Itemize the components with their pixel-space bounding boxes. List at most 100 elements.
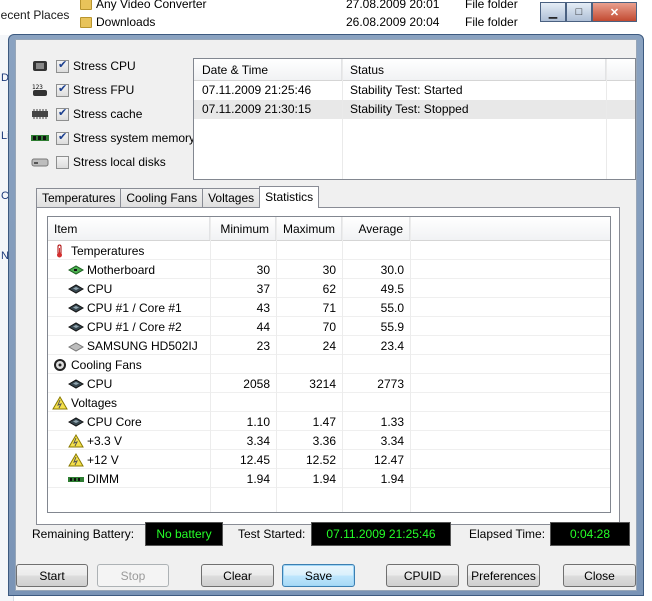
stat-item-label: DIMM [87, 471, 119, 486]
column-header-minimum[interactable]: Minimum [210, 217, 276, 240]
battery-display: No battery [145, 522, 223, 546]
stop-button[interactable]: Stop [97, 564, 169, 587]
folder-icon [80, 0, 92, 10]
stress-disks-label: Stress local disks [73, 155, 166, 169]
minimize-button[interactable]: ▁ [540, 2, 566, 22]
stat-item-cell: SAMSUNG HD502IJ [48, 339, 210, 353]
stat-item-cell: Motherboard [48, 263, 210, 277]
cpu-icon [33, 61, 47, 71]
stat-minimum: 37 [256, 281, 270, 296]
voltage-icon [68, 452, 87, 467]
maximize-button[interactable]: □ [566, 2, 592, 22]
test-started-label: Test Started: [238, 527, 306, 541]
statistics-row[interactable]: CPU Core 1.10 1.47 1.33 [48, 412, 610, 431]
stress-fpu-label: Stress FPU [73, 83, 135, 97]
statistics-group-row[interactable]: Temperatures [48, 241, 610, 260]
stress-memory-checkbox[interactable] [56, 130, 69, 145]
stat-minimum: 2058 [243, 376, 270, 391]
explorer-file-row[interactable]: Downloads 26.08.2009 20:04 File folder [80, 15, 540, 33]
start-button[interactable]: Start [16, 564, 88, 587]
statistics-row[interactable]: +3.3 V 3.34 3.36 3.34 [48, 431, 610, 450]
log-status: Stability Test: Stopped [350, 102, 469, 116]
statistics-row[interactable]: CPU 37 62 49.5 [48, 279, 610, 298]
stat-maximum: 3214 [309, 376, 336, 391]
stress-memory-option[interactable]: Stress system memory [30, 128, 195, 148]
stat-minimum: 30 [256, 262, 270, 277]
stat-average: 1.94 [380, 471, 404, 486]
tab-statistics[interactable]: Statistics [259, 186, 320, 208]
recent-places-nav[interactable]: Recent Places [0, 8, 69, 22]
statistics-row[interactable]: +12 V 12.45 12.52 12.47 [48, 450, 610, 469]
cpu-chip-icon [68, 282, 87, 296]
stress-disks-option[interactable]: Stress local disks [30, 152, 166, 172]
voltage-icon [52, 395, 71, 410]
statistics-row[interactable]: DIMM 1.94 1.94 1.94 [48, 469, 610, 488]
stat-item-cell: DIMM [48, 472, 210, 486]
status-log-table[interactable]: Date & Time Status 07.11.2009 21:25:46 S… [193, 58, 636, 180]
window-close-button[interactable]: ✕ [592, 2, 637, 22]
motherboard-icon [68, 263, 87, 277]
column-header-datetime[interactable]: Date & Time [194, 59, 342, 80]
statistics-group-row[interactable]: Voltages [48, 393, 610, 412]
stat-minimum: 12.45 [239, 452, 270, 467]
tab-temperatures[interactable]: Temperatures [36, 188, 122, 208]
stat-item-label: CPU #1 / Core #2 [87, 319, 182, 334]
stress-cpu-label: Stress CPU [73, 59, 136, 73]
status-log-row[interactable]: 07.11.2009 21:25:46 Stability Test: Star… [194, 81, 635, 100]
cache-icon [32, 109, 48, 119]
stat-minimum: 44 [256, 319, 270, 334]
statistics-rows: Temperatures Motherboard 30 30 30.0 CPU 37 62 49… [48, 241, 610, 488]
statistics-row[interactable]: CPU 2058 3214 2773 [48, 374, 610, 393]
column-divider [210, 217, 211, 512]
row-divider [48, 487, 610, 488]
stress-cpu-checkbox[interactable] [56, 58, 69, 73]
stat-maximum: 1.94 [312, 471, 336, 486]
column-header-maximum[interactable]: Maximum [276, 217, 342, 240]
stat-item-cell: Voltages [48, 396, 210, 410]
column-header-status[interactable]: Status [342, 59, 606, 80]
explorer-file-row[interactable]: Any Video Converter 27.08.2009 20:01 Fil… [80, 0, 540, 15]
tab-strip: Temperatures Cooling Fans Voltages Stati… [36, 186, 320, 208]
file-date: 26.08.2009 20:04 [346, 15, 440, 29]
column-header-item[interactable]: Item [48, 217, 210, 240]
statistics-row[interactable]: Motherboard 30 30 30.0 [48, 260, 610, 279]
stat-maximum: 24 [322, 338, 336, 353]
save-button[interactable]: Save [282, 564, 355, 587]
file-type: File folder [465, 15, 518, 29]
stat-maximum: 71 [322, 300, 336, 315]
statistics-row[interactable]: CPU #1 / Core #2 44 70 55.9 [48, 317, 610, 336]
cpu-chip-icon [68, 415, 87, 429]
stat-item-cell: Cooling Fans [48, 358, 210, 372]
status-log-row[interactable]: 07.11.2009 21:30:15 Stability Test: Stop… [194, 100, 635, 119]
cpuid-button[interactable]: CPUID [386, 564, 459, 587]
stat-maximum: 3.36 [312, 433, 336, 448]
statistics-table[interactable]: Item Minimum Maximum Average Temperature… [47, 216, 611, 513]
stat-item-label: CPU [87, 376, 113, 391]
statistics-row[interactable]: CPU #1 / Core #1 43 71 55.0 [48, 298, 610, 317]
stress-cache-option[interactable]: Stress cache [30, 104, 142, 124]
column-header-average[interactable]: Average [342, 217, 410, 240]
stress-cpu-option[interactable]: Stress CPU [30, 56, 136, 76]
stress-fpu-checkbox[interactable] [56, 82, 69, 97]
stress-fpu-option[interactable]: 123 Stress FPU [30, 80, 134, 100]
stress-cache-checkbox[interactable] [56, 106, 69, 121]
stat-item-label: Voltages [71, 395, 118, 410]
close-button[interactable]: Close [563, 564, 636, 587]
statistics-group-row[interactable]: Cooling Fans [48, 355, 610, 374]
stat-minimum: 23 [256, 338, 270, 353]
clear-button[interactable]: Clear [201, 564, 274, 587]
preferences-button[interactable]: Preferences [467, 564, 540, 587]
stat-item-label: CPU Core [87, 414, 142, 429]
file-type: File folder [465, 0, 518, 11]
statistics-header: Item Minimum Maximum Average [48, 217, 610, 241]
tab-cooling-fans[interactable]: Cooling Fans [120, 188, 204, 208]
stat-item-label: SAMSUNG HD502IJ [87, 338, 198, 353]
tab-voltages[interactable]: Voltages [202, 188, 261, 208]
column-divider [410, 217, 411, 512]
statistics-row[interactable]: SAMSUNG HD502IJ 23 24 23.4 [48, 336, 610, 355]
stress-disks-checkbox[interactable] [56, 155, 69, 169]
stat-average: 55.0 [380, 300, 404, 315]
cpu-chip-icon [68, 320, 87, 334]
stat-item-cell: +12 V [48, 453, 210, 467]
stat-item-cell: CPU [48, 377, 210, 391]
